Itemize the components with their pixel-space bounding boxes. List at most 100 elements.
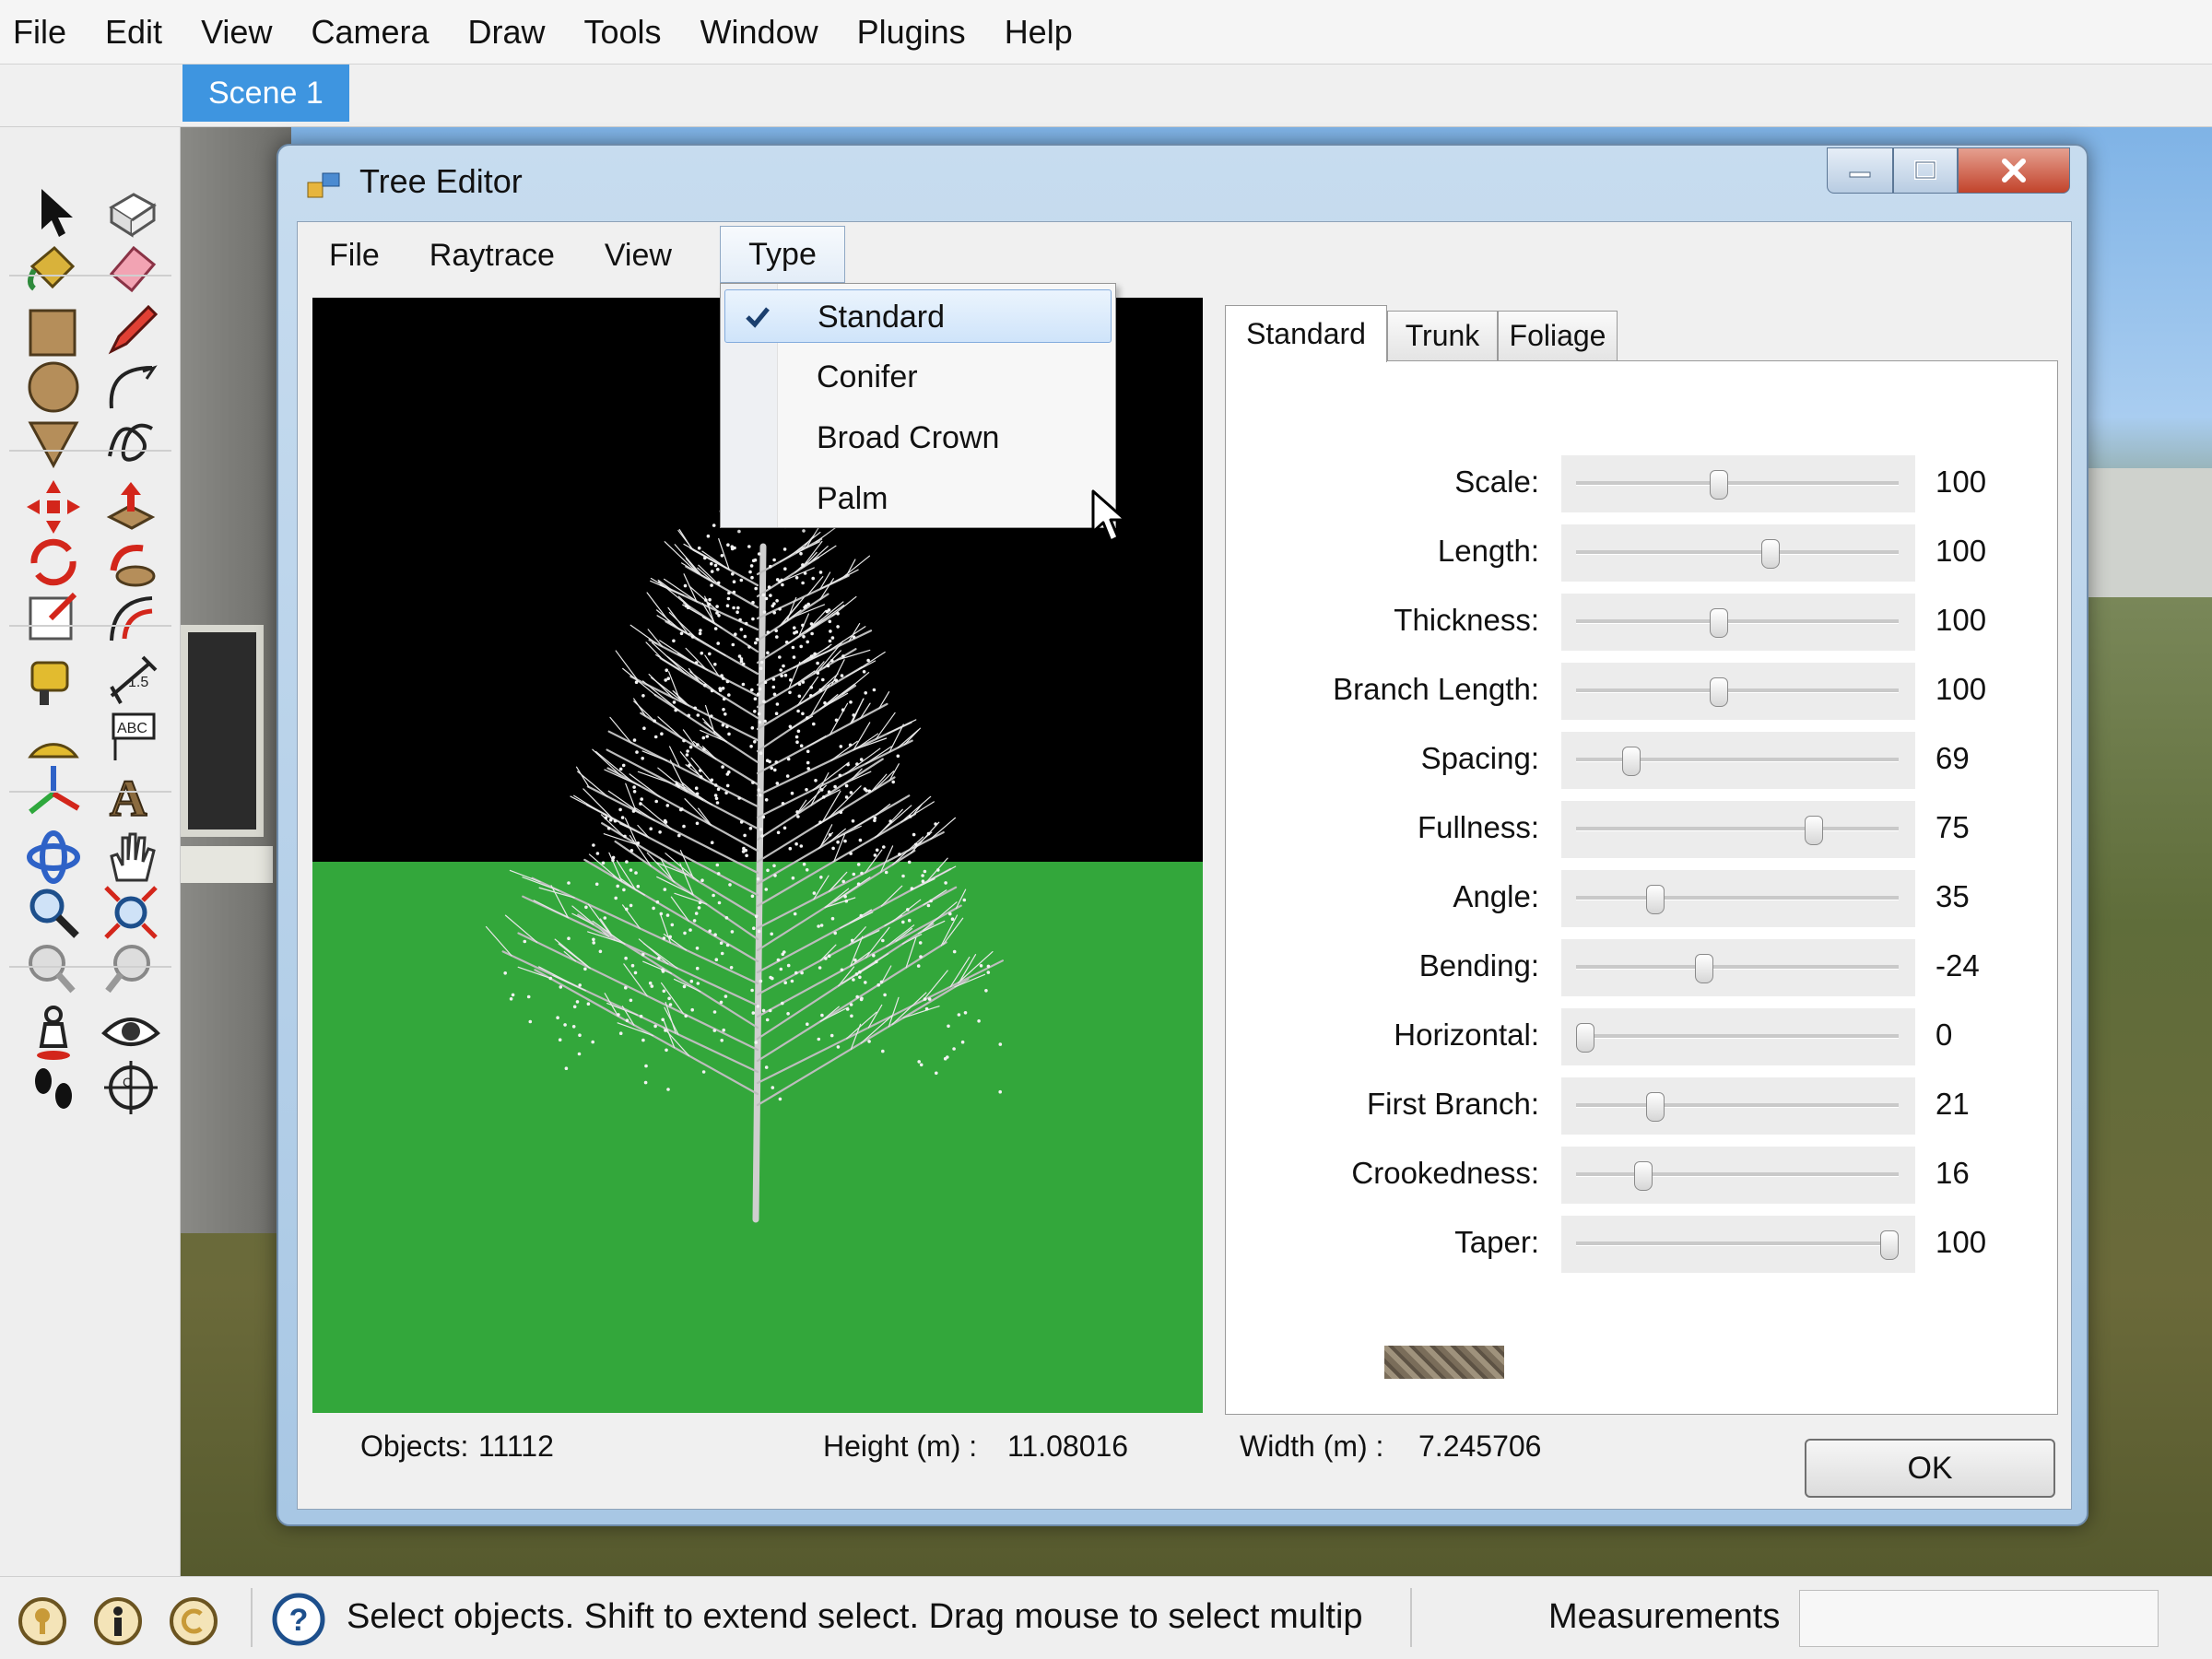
slider-thumb[interactable]	[1645, 1092, 1665, 1122]
leaf-dot	[739, 628, 744, 631]
te-menu-view[interactable]: View	[605, 238, 672, 274]
leaf-dot	[712, 524, 716, 527]
leaf-dot	[652, 906, 655, 911]
slider-thumb[interactable]	[1645, 885, 1665, 914]
slider-thumb[interactable]	[1710, 677, 1729, 707]
te-menu-raytrace[interactable]: Raytrace	[429, 238, 555, 274]
minimize-button[interactable]	[1827, 147, 1893, 194]
next-view-tool-button[interactable]	[96, 933, 166, 1003]
previous-view-tool-button[interactable]	[18, 933, 88, 1003]
section-plane-tool-button[interactable]: C	[96, 1053, 166, 1123]
leaf-dot	[767, 585, 771, 589]
walk-tool-button[interactable]	[18, 1053, 88, 1123]
leaf-dot	[757, 788, 760, 792]
slider-thumb[interactable]	[1576, 1023, 1594, 1053]
leaf-dot	[586, 1002, 591, 1006]
close-button[interactable]	[1958, 147, 2070, 194]
length-slider[interactable]	[1561, 524, 1915, 582]
leaf-dot	[713, 663, 717, 666]
menu-plugins[interactable]: Plugins	[857, 13, 966, 52]
leaf-dot	[851, 819, 855, 823]
menu-window[interactable]: Window	[700, 13, 818, 52]
menu-view[interactable]: View	[201, 13, 272, 52]
scale-slider[interactable]	[1561, 455, 1915, 512]
first-branch-slider[interactable]	[1561, 1077, 1915, 1135]
freehand-tool-button[interactable]	[96, 407, 166, 477]
tab-trunk[interactable]: Trunk	[1387, 311, 1498, 360]
leaf-dot	[770, 766, 773, 771]
slider-row-crookedness: Crookedness: 16	[1226, 1143, 2055, 1209]
angle-slider[interactable]	[1561, 870, 1915, 927]
leaf-dot	[624, 985, 628, 990]
type-option-conifer[interactable]: Conifer	[724, 350, 1112, 404]
leaf-dot	[708, 652, 712, 656]
slider-thumb[interactable]	[1633, 1161, 1653, 1191]
taper-slider[interactable]	[1561, 1216, 1915, 1273]
type-option-standard[interactable]: Standard	[724, 289, 1112, 343]
geo-location-icon[interactable]	[17, 1595, 68, 1647]
te-menu-file[interactable]: File	[329, 238, 380, 274]
tree-branch	[829, 877, 843, 892]
leaf-dot	[716, 872, 721, 876]
help-icon[interactable]: ?	[271, 1592, 326, 1647]
polygon-tool-button[interactable]	[18, 407, 88, 477]
leaf-dot	[788, 846, 793, 851]
leaf-dot	[769, 594, 772, 597]
leaf-dot	[747, 645, 751, 649]
leaf-dot	[793, 912, 797, 916]
slider-thumb[interactable]	[1804, 816, 1823, 845]
paint-bucket-tool-button[interactable]	[18, 232, 88, 302]
scene-tab[interactable]: Scene 1	[182, 65, 349, 122]
branch-length-slider[interactable]	[1561, 663, 1915, 720]
spacing-slider[interactable]	[1561, 732, 1915, 789]
tree-branch	[845, 660, 877, 677]
3d-text-tool-button[interactable]: A	[96, 758, 166, 828]
tab-standard[interactable]: Standard	[1225, 305, 1387, 362]
crookedness-slider[interactable]	[1561, 1147, 1915, 1204]
leaf-dot	[783, 673, 788, 677]
eraser-tool-button[interactable]	[96, 232, 166, 302]
menu-draw[interactable]: Draw	[468, 13, 546, 52]
measurements-input[interactable]	[1799, 1590, 2159, 1647]
menu-type[interactable]: Type	[720, 226, 845, 283]
leaf-dot	[963, 1011, 968, 1015]
leaf-dot	[750, 688, 754, 692]
thickness-slider[interactable]	[1561, 594, 1915, 651]
leaf-dot	[636, 841, 641, 845]
slider-row-fullness: Fullness: 75	[1226, 797, 2055, 864]
type-option-palm[interactable]: Palm	[724, 472, 1112, 525]
leaf-dot	[724, 712, 727, 716]
slider-thumb[interactable]	[1710, 470, 1729, 500]
bending-slider[interactable]	[1561, 939, 1915, 996]
mouse-cursor-icon	[1091, 489, 1127, 543]
offset-tool-button[interactable]	[96, 582, 166, 653]
menu-help[interactable]: Help	[1005, 13, 1073, 52]
leaf-dot	[873, 816, 877, 820]
menu-file[interactable]: File	[13, 13, 66, 52]
menu-tools[interactable]: Tools	[584, 13, 662, 52]
menu-camera[interactable]: Camera	[311, 13, 429, 52]
type-option-broad-crown[interactable]: Broad Crown	[724, 411, 1112, 465]
horizontal-slider[interactable]	[1561, 1008, 1915, 1065]
axes-tool-button[interactable]	[18, 758, 88, 828]
leaf-dot	[778, 1097, 782, 1101]
slider-track	[1576, 896, 1899, 900]
leaf-dot	[690, 635, 695, 639]
leaf-dot	[623, 834, 627, 839]
tab-foliage[interactable]: Foliage	[1498, 311, 1618, 360]
slider-thumb[interactable]	[1694, 954, 1713, 983]
maximize-button[interactable]	[1893, 147, 1958, 194]
credits-icon[interactable]	[92, 1595, 144, 1647]
leaf-dot	[872, 953, 876, 958]
slider-thumb[interactable]	[1880, 1230, 1899, 1260]
toolbar-separator	[9, 791, 171, 793]
copyright-icon[interactable]	[168, 1595, 219, 1647]
slider-thumb[interactable]	[1621, 747, 1641, 776]
ok-button[interactable]: OK	[1805, 1439, 2055, 1498]
fullness-slider[interactable]	[1561, 801, 1915, 858]
bark-texture-swatch[interactable]	[1384, 1346, 1504, 1379]
slider-thumb[interactable]	[1710, 608, 1729, 638]
slider-thumb[interactable]	[1761, 539, 1781, 569]
scale-tool-button[interactable]	[18, 582, 88, 653]
menu-edit[interactable]: Edit	[105, 13, 162, 52]
